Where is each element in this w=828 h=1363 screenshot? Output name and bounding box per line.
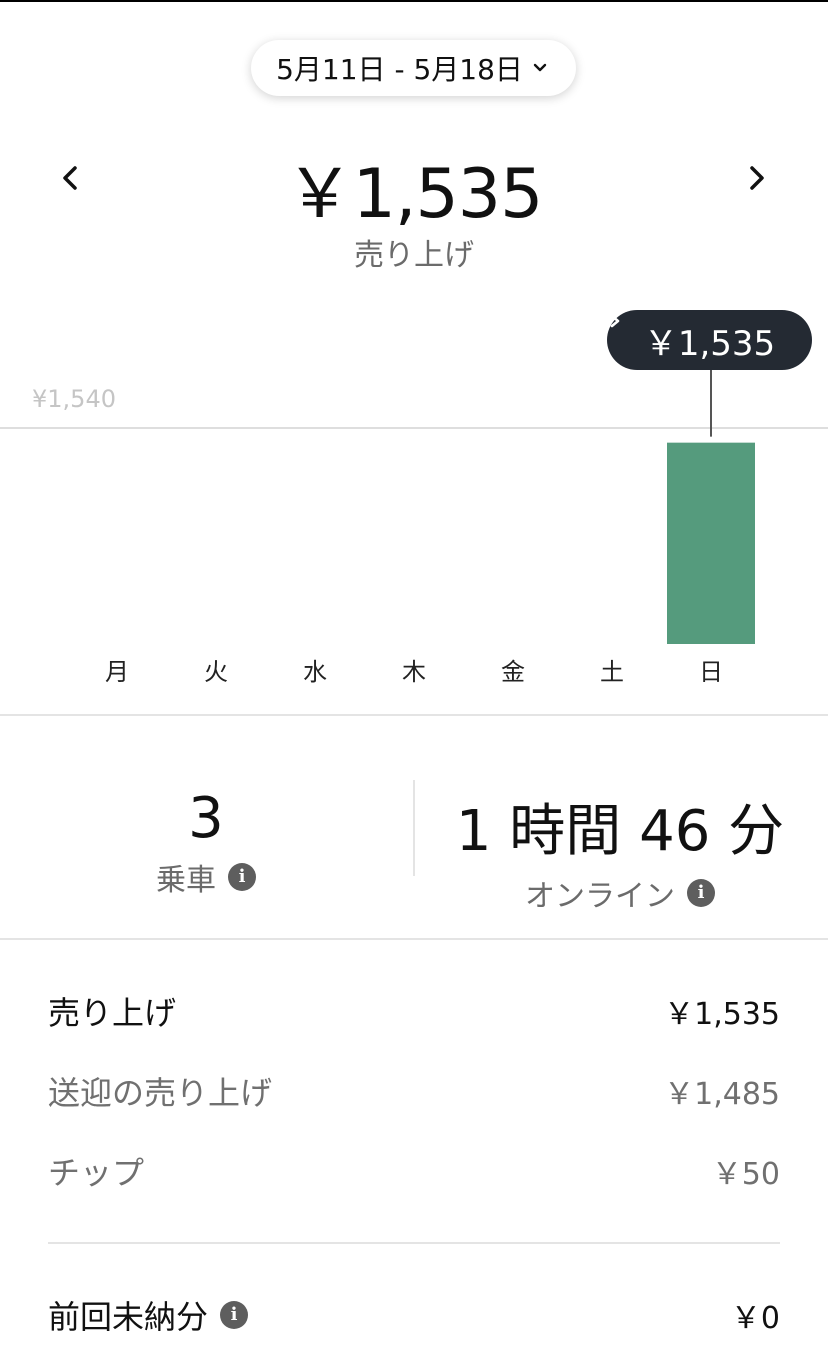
selected-bar-tooltip[interactable]: ￥1,535 <box>607 310 812 370</box>
x-axis-day-label: 火 <box>204 658 228 686</box>
fare-label: 送迎の売り上げ <box>48 1074 273 1112</box>
total-earnings: ￥1,535 <box>285 155 544 234</box>
fare-row: 送迎の売り上げ ￥1,485 <box>48 1068 780 1114</box>
date-range-selector[interactable]: 5月11日 - 5月18日 <box>251 40 576 96</box>
previous-unpaid-row: 前回未納分 i ￥0 <box>48 1292 780 1338</box>
info-icon[interactable]: i <box>228 863 256 891</box>
chevron-right-icon <box>610 314 620 328</box>
trips-count: 3 <box>188 786 224 851</box>
trips-stat: 3 乗車 i <box>96 786 316 899</box>
online-time-label: オンライン <box>525 879 675 914</box>
stats-divider <box>413 780 415 876</box>
tooltip-value: ￥1,535 <box>643 323 776 364</box>
x-axis-day-label: 水 <box>303 658 327 686</box>
date-range-text: 5月11日 - 5月18日 <box>276 53 523 86</box>
top-border <box>0 0 828 2</box>
x-axis-day-label: 日 <box>699 658 723 686</box>
section-divider <box>0 714 828 716</box>
sales-label: 売り上げ <box>48 994 177 1032</box>
section-divider <box>0 938 828 940</box>
info-icon[interactable]: i <box>687 879 715 907</box>
x-axis-day-label: 木 <box>402 658 426 686</box>
chevron-down-icon <box>533 63 547 72</box>
sales-value: ￥1,535 <box>664 997 780 1032</box>
x-axis-day-label: 金 <box>501 658 525 686</box>
fare-value: ￥1,485 <box>664 1077 780 1112</box>
previous-unpaid-label: 前回未納分 <box>48 1298 209 1336</box>
sales-row: 売り上げ ￥1,535 <box>48 988 780 1034</box>
breakdown-divider <box>48 1242 780 1244</box>
next-week-arrow-icon[interactable] <box>737 158 777 198</box>
tip-value: ￥50 <box>711 1157 780 1192</box>
y-axis-max-label: ¥1,540 <box>32 385 116 413</box>
previous-unpaid-value: ￥0 <box>730 1301 780 1336</box>
x-axis-day-label: 月 <box>105 658 129 686</box>
tip-row: チップ ￥50 <box>48 1148 780 1194</box>
weekly-earnings-chart: ¥1,540 ￥1,535 月 火 水 木 金 土 日 <box>0 300 828 700</box>
chart-bar[interactable] <box>667 442 755 644</box>
info-icon[interactable]: i <box>220 1301 249 1329</box>
x-axis-day-label: 土 <box>600 658 624 686</box>
online-time-value: 1 時間 46 分 <box>455 799 785 864</box>
tip-label: チップ <box>48 1154 145 1192</box>
online-time-stat: 1 時間 46 分 オンライン i <box>450 786 790 915</box>
trips-label: 乗車 <box>156 863 216 898</box>
total-earnings-label: 売り上げ <box>354 238 474 273</box>
